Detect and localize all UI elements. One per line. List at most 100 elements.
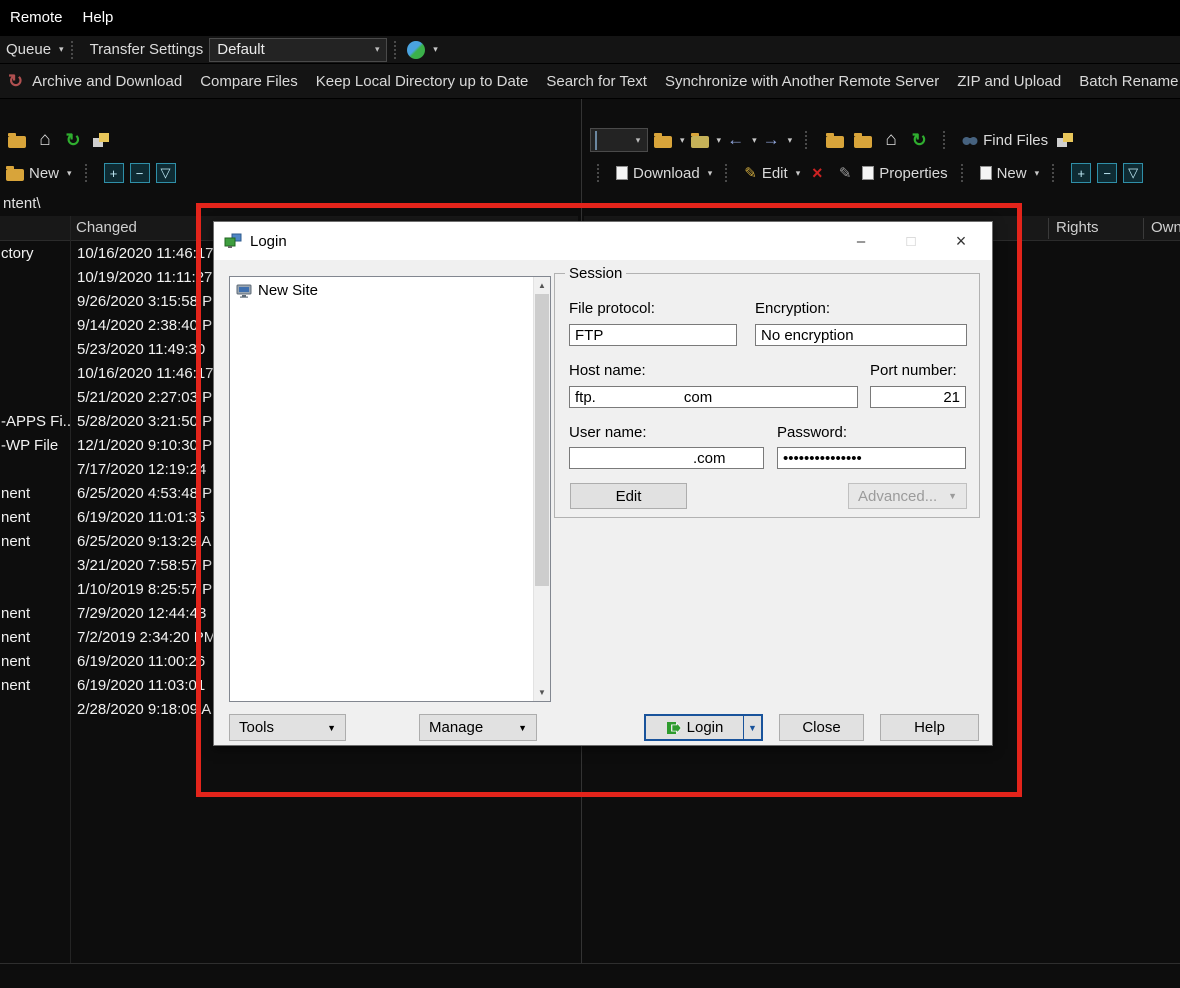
transfer-options-button[interactable]: ▾: [407, 41, 438, 59]
port-number-label: Port number:: [870, 362, 957, 379]
back-button[interactable]: ← ▾: [727, 130, 757, 150]
remote-directory-combo[interactable]: ▾: [590, 128, 648, 152]
refresh-icon[interactable]: ↻: [908, 129, 930, 151]
host-name-field[interactable]: ftp.com: [569, 386, 858, 408]
command-item[interactable]: Archive and Download: [32, 73, 182, 90]
folder-icon: [654, 136, 672, 148]
transfer-settings-combo[interactable]: Default ▾: [209, 38, 387, 62]
host-suffix: com: [684, 389, 712, 406]
close-button[interactable]: ×: [936, 222, 986, 260]
refresh-icon[interactable]: ↻: [62, 129, 84, 151]
delete-icon[interactable]: ×: [806, 162, 828, 184]
user-name-label: User name:: [569, 424, 647, 441]
command-item[interactable]: ZIP and Upload: [957, 73, 1061, 90]
remove-icon[interactable]: −: [1097, 163, 1117, 183]
new-button[interactable]: New ▾: [6, 165, 72, 182]
remove-icon[interactable]: −: [130, 163, 150, 183]
file-changed: 5/21/2020 2:27:03 P: [71, 389, 212, 406]
root-folder-icon[interactable]: [852, 129, 874, 151]
encryption-field[interactable]: No encryption: [755, 324, 967, 346]
tools-button[interactable]: Tools ▼: [229, 714, 346, 741]
minimize-button[interactable]: –: [836, 222, 886, 260]
file-changed: 3/21/2020 7:58:57 P: [71, 557, 212, 574]
find-files-label: Find Files: [983, 132, 1048, 149]
remote-toolbar-bottom: Download ▾ ✎ Edit ▾ × ✎ Properties New ▾…: [590, 160, 1143, 186]
sync-icon[interactable]: ↻: [8, 70, 23, 92]
find-files-button[interactable]: Find Files: [962, 132, 1048, 149]
column-separator[interactable]: [1143, 218, 1144, 239]
toolbar-grip: [1052, 164, 1058, 182]
queue-toolbar: Queue ▾ Transfer Settings Default ▾ ▾: [0, 36, 1180, 64]
local-path-bar[interactable]: ntent\: [0, 190, 578, 216]
forward-button[interactable]: → ▾: [763, 130, 793, 150]
bookmark-button[interactable]: ▾: [691, 133, 722, 148]
queue-button[interactable]: Queue ▾: [0, 41, 64, 58]
add-icon[interactable]: +: [1071, 163, 1091, 183]
command-item[interactable]: Search for Text: [546, 73, 647, 90]
command-item[interactable]: Synchronize with Another Remote Server: [665, 73, 939, 90]
filter-icon[interactable]: ▽: [156, 163, 176, 183]
rename-icon[interactable]: ✎: [834, 162, 856, 184]
menu-item[interactable]: Remote: [0, 0, 73, 36]
port-number-field[interactable]: 21: [870, 386, 966, 408]
login-button[interactable]: Login ▼: [644, 714, 763, 741]
file-changed: 7/17/2020 12:19:24: [71, 461, 206, 478]
file-name: -APPS Fi...: [0, 413, 71, 430]
manage-button[interactable]: Manage ▼: [419, 714, 537, 741]
chevron-down-icon: ▾: [1035, 168, 1040, 179]
file-protocol-label: File protocol:: [569, 300, 655, 317]
login-dropdown[interactable]: ▼: [743, 716, 761, 739]
drive-icon: [595, 131, 597, 150]
edit-session-button[interactable]: Edit: [570, 483, 687, 509]
properties-button[interactable]: Properties: [862, 165, 947, 182]
maximize-button[interactable]: □: [886, 222, 936, 260]
edit-button-toolbar[interactable]: ✎ Edit ▾: [744, 164, 800, 182]
column-separator[interactable]: [1048, 218, 1049, 239]
list-item[interactable]: New Site: [230, 277, 550, 299]
menu-item[interactable]: Help: [73, 0, 124, 36]
password-field[interactable]: •••••••••••••••: [777, 447, 966, 469]
chevron-down-icon: ▼: [518, 723, 527, 733]
new-button-remote[interactable]: New ▾: [980, 165, 1040, 182]
help-button[interactable]: Help: [880, 714, 979, 741]
chevron-down-icon: ▾: [788, 135, 793, 146]
file-changed: 6/25/2020 9:13:29 A: [71, 533, 211, 550]
forward-icon: →: [763, 130, 780, 150]
file-changed: 10/16/2020 11:46:17: [71, 365, 214, 382]
bookmark-icon: [691, 136, 709, 148]
menu-bar: RemoteHelp: [0, 0, 1180, 36]
home-icon[interactable]: ⌂: [880, 129, 902, 151]
tabs-icon[interactable]: [90, 129, 112, 151]
filter-icon[interactable]: ▽: [1123, 163, 1143, 183]
scroll-up-icon[interactable]: ▲: [534, 277, 550, 294]
login-icon: [666, 720, 682, 736]
file-protocol-field[interactable]: FTP: [569, 324, 737, 346]
file-changed: 6/25/2020 4:53:48 P: [71, 485, 212, 502]
parent-folder-icon[interactable]: [824, 129, 846, 151]
site-list[interactable]: New Site ▲ ▼: [229, 276, 551, 702]
command-item[interactable]: Batch Rename: [1079, 73, 1178, 90]
command-item[interactable]: Compare Files: [200, 73, 298, 90]
tabs-icon[interactable]: [1054, 129, 1076, 151]
open-folder-icon[interactable]: [6, 129, 28, 151]
column-header-owner[interactable]: Own: [1151, 219, 1180, 236]
toolbar-grip: [725, 164, 731, 182]
home-icon[interactable]: ⌂: [34, 129, 56, 151]
command-item[interactable]: Keep Local Directory up to Date: [316, 73, 529, 90]
open-directory-button[interactable]: ▾: [654, 133, 685, 148]
dialog-title-bar[interactable]: Login – □ ×: [214, 222, 992, 260]
tools-label: Tools: [239, 719, 274, 736]
download-button[interactable]: Download ▾: [616, 165, 712, 182]
column-header-changed[interactable]: Changed: [76, 219, 137, 236]
add-icon[interactable]: +: [104, 163, 124, 183]
advanced-button[interactable]: Advanced... ▼: [848, 483, 967, 509]
scroll-down-icon[interactable]: ▼: [534, 684, 550, 701]
login-dialog: Login – □ × Ne: [213, 221, 993, 746]
site-items: New Site: [230, 277, 550, 299]
column-header-rights[interactable]: Rights: [1056, 219, 1099, 236]
close-dialog-button[interactable]: Close: [779, 714, 864, 741]
scrollbar-thumb[interactable]: [535, 294, 549, 586]
close-label: Close: [802, 719, 840, 736]
user-name-field[interactable]: .com: [569, 447, 764, 469]
site-list-scrollbar[interactable]: ▲ ▼: [533, 277, 550, 701]
